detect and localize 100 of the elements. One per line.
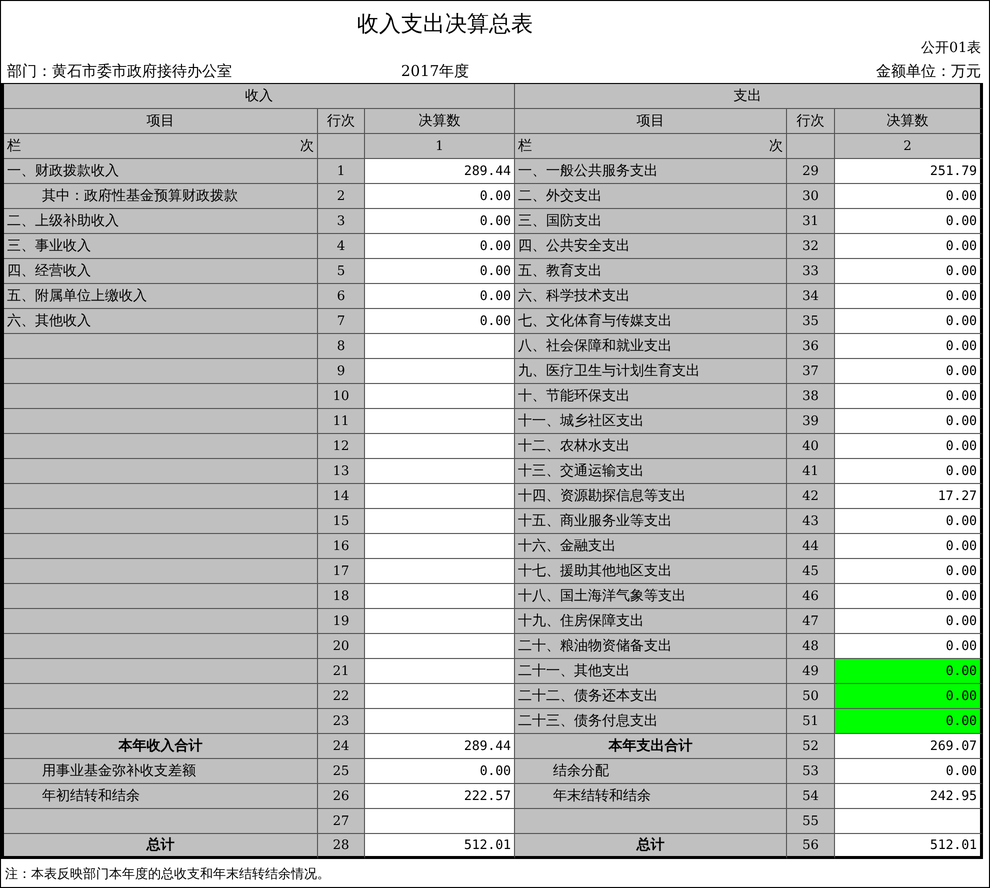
amount-cell: 0.00: [835, 659, 983, 684]
section-header: 收入: [4, 84, 515, 109]
row-number: 53: [787, 759, 835, 784]
item-label: 其中：政府性基金预算财政拨款: [4, 184, 318, 209]
column-header: 项目: [515, 109, 787, 134]
item-label: 二、上级补助收入: [4, 209, 318, 234]
row-number: 52: [787, 734, 835, 759]
column-header: 决算数: [365, 109, 515, 134]
row-number: 16: [318, 534, 365, 559]
amount-cell: 0.00: [835, 684, 983, 709]
item-label: 六、其他收入: [4, 309, 318, 334]
row-number: 27: [318, 809, 365, 834]
item-label: 二十一、其他支出: [515, 659, 787, 684]
row-number: 44: [787, 534, 835, 559]
row-number: 1: [318, 159, 365, 184]
amount-cell: 0.00: [835, 284, 983, 309]
item-label: 七、文化体育与传媒支出: [515, 309, 787, 334]
amount-cell: 242.95: [835, 784, 983, 809]
amount-cell: 0.00: [365, 284, 515, 309]
item-label: 十四、资源勘探信息等支出: [515, 484, 787, 509]
row-number: 22: [318, 684, 365, 709]
row-number: 4: [318, 234, 365, 259]
table-note: 注：本表反映部门本年度的总收支和年末结转结余情况。: [4, 866, 331, 884]
amount-cell: 0.00: [835, 184, 983, 209]
row-number: 54: [787, 784, 835, 809]
row-number: 47: [787, 609, 835, 634]
row-number: 25: [318, 759, 365, 784]
row-number: 34: [787, 284, 835, 309]
column-index: 2: [835, 134, 983, 159]
index-label: 次: [300, 137, 314, 155]
row-number: 20: [318, 634, 365, 659]
amount-cell: 17.27: [835, 484, 983, 509]
item-label: 年初结转和结余: [4, 784, 318, 809]
item-label: 用事业基金弥补收支差额: [4, 759, 318, 784]
item-label: 十、节能环保支出: [515, 384, 787, 409]
row-number: 46: [787, 584, 835, 609]
index-label: 栏: [7, 137, 21, 155]
amount-cell: 222.57: [365, 784, 515, 809]
row-number: 12: [318, 434, 365, 459]
row-number: 42: [787, 484, 835, 509]
year-label: 2017年度: [401, 62, 470, 81]
item-label: 八、社会保障和就业支出: [515, 334, 787, 359]
department-label: 部门：黄石市委市政府接待办公室: [7, 62, 233, 81]
row-number: 26: [318, 784, 365, 809]
row-number: 3: [318, 209, 365, 234]
row-number: 2: [318, 184, 365, 209]
row-number: 10: [318, 384, 365, 409]
column-header: 行次: [787, 109, 835, 134]
row-number: 11: [318, 409, 365, 434]
row-number: 13: [318, 459, 365, 484]
amount-cell: 0.00: [835, 384, 983, 409]
amount-cell: 0.00: [835, 559, 983, 584]
row-number: 49: [787, 659, 835, 684]
amount-cell: 0.00: [835, 709, 983, 734]
item-label: 五、教育支出: [515, 259, 787, 284]
amount-cell: 0.00: [835, 409, 983, 434]
amount-cell: 0.00: [835, 534, 983, 559]
amount-cell: 251.79: [835, 159, 983, 184]
amount-cell: 0.00: [835, 759, 983, 784]
row-number: 24: [318, 734, 365, 759]
amount-cell: 0.00: [835, 434, 983, 459]
row-number: 37: [787, 359, 835, 384]
row-number: 19: [318, 609, 365, 634]
item-label: 十八、国土海洋气象等支出: [515, 584, 787, 609]
row-number: 8: [318, 334, 365, 359]
item-label: 十六、金融支出: [515, 534, 787, 559]
row-number: 23: [318, 709, 365, 734]
column-header: 决算数: [835, 109, 983, 134]
item-label: 四、经营收入: [4, 259, 318, 284]
column-header: 项目: [4, 109, 318, 134]
item-label: 十二、农林水支出: [515, 434, 787, 459]
column-index: 1: [365, 134, 515, 159]
amount-cell: 512.01: [835, 834, 983, 859]
amount-cell: 0.00: [835, 634, 983, 659]
amount-cell: 0.00: [365, 234, 515, 259]
row-number: 41: [787, 459, 835, 484]
item-label: 十七、援助其他地区支出: [515, 559, 787, 584]
amount-cell: 0.00: [365, 759, 515, 784]
amount-cell: 512.01: [365, 834, 515, 859]
amount-cell: 289.44: [365, 159, 515, 184]
row-number: 5: [318, 259, 365, 284]
item-label: 一、财政拨款收入: [4, 159, 318, 184]
item-label: 六、科学技术支出: [515, 284, 787, 309]
row-number: 7: [318, 309, 365, 334]
unit-label: 金额单位：万元: [876, 62, 981, 81]
amount-cell: 269.07: [835, 734, 983, 759]
item-label: 十五、商业服务业等支出: [515, 509, 787, 534]
row-number: 39: [787, 409, 835, 434]
item-label: 总计: [4, 834, 318, 859]
row-number: 48: [787, 634, 835, 659]
row-number: 21: [318, 659, 365, 684]
amount-cell: 289.44: [365, 734, 515, 759]
amount-cell: 0.00: [365, 209, 515, 234]
item-label: 四、公共安全支出: [515, 234, 787, 259]
item-label: 年末结转和结余: [515, 784, 787, 809]
row-number: 40: [787, 434, 835, 459]
item-label: 十九、住房保障支出: [515, 609, 787, 634]
amount-cell: 0.00: [835, 334, 983, 359]
amount-cell: 0.00: [835, 609, 983, 634]
amount-cell: 0.00: [835, 309, 983, 334]
